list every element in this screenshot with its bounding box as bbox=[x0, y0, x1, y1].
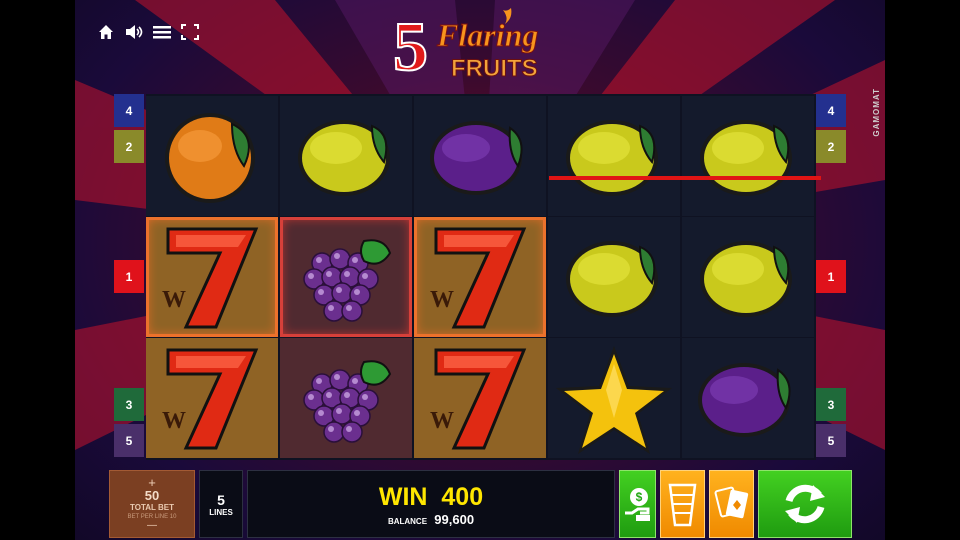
orange-symbol bbox=[165, 113, 255, 203]
control-panel: + 50 TOTAL BET BET PER LINE 10 — 5 LINES… bbox=[75, 468, 885, 540]
wild-letter: W bbox=[162, 408, 186, 434]
lemon-symbol bbox=[566, 241, 658, 317]
plum-symbol bbox=[430, 121, 523, 195]
total-bet-box[interactable]: + 50 TOTAL BET BET PER LINE 10 — bbox=[109, 470, 195, 538]
wild-letter: W bbox=[162, 287, 186, 313]
reel-cell-orange bbox=[146, 96, 278, 216]
line-marker-5[interactable]: 5 bbox=[114, 424, 144, 457]
logo-word-flaring: Flaring bbox=[436, 17, 538, 53]
lines-value: 5 bbox=[217, 492, 225, 508]
money-icon: $ bbox=[625, 488, 650, 521]
fullscreen-icon[interactable] bbox=[181, 22, 199, 42]
total-bet-label: TOTAL BET bbox=[130, 503, 174, 512]
line-marker-4[interactable]: 4 bbox=[816, 94, 846, 127]
reel-cell-seven: W bbox=[146, 217, 278, 337]
line-marker-4[interactable]: 4 bbox=[114, 94, 144, 127]
reel-cell-lemon bbox=[280, 96, 412, 216]
gamble-ladder-icon bbox=[668, 483, 697, 527]
logo-word-fruits: FRUITS bbox=[451, 55, 538, 82]
plum-symbol bbox=[698, 363, 791, 437]
reel-cell-lemon bbox=[682, 217, 814, 337]
win-display: WIN 400 BALANCE 99,600 bbox=[247, 470, 615, 538]
balance-label: BALANCE bbox=[387, 517, 428, 526]
reel-cell-seven: W bbox=[414, 217, 546, 337]
wild-letter: W bbox=[430, 408, 454, 434]
wild-letter: W bbox=[430, 287, 454, 313]
line-marker-3[interactable]: 3 bbox=[114, 388, 144, 421]
card-gamble-button[interactable] bbox=[709, 470, 754, 538]
svg-text:$: $ bbox=[636, 490, 643, 504]
total-bet-value: 50 bbox=[144, 488, 160, 503]
spin-button[interactable] bbox=[758, 470, 852, 538]
speaker-icon[interactable] bbox=[125, 22, 143, 42]
menu-icon[interactable] bbox=[153, 22, 171, 42]
lemon-symbol bbox=[298, 120, 390, 196]
autoplay-spin-icon bbox=[785, 484, 825, 524]
logo-number: 5 bbox=[393, 9, 428, 82]
reel-cell-seven: W bbox=[414, 338, 546, 458]
home-icon[interactable] bbox=[97, 22, 115, 42]
line-marker-3[interactable]: 3 bbox=[816, 388, 846, 421]
reel-cell-lemon bbox=[548, 96, 680, 216]
bet-minus-button[interactable]: — bbox=[110, 521, 194, 531]
line-marker-2[interactable]: 2 bbox=[816, 130, 846, 163]
seven-symbol bbox=[414, 338, 546, 458]
cards-icon bbox=[714, 486, 749, 519]
line-marker-1[interactable]: 1 bbox=[114, 260, 144, 293]
reel-cell-lemon bbox=[682, 96, 814, 216]
game-stage: 5 Flaring FRUITS GAMOMAT WWWW 42135 4213… bbox=[75, 0, 885, 540]
lines-label: LINES bbox=[209, 508, 233, 517]
reel-grid: W W W W bbox=[146, 94, 816, 460]
balance-value: 99,600 bbox=[434, 512, 475, 527]
seven-symbol bbox=[146, 217, 278, 337]
reel-cell-grapes bbox=[280, 217, 412, 337]
payline-1 bbox=[549, 176, 821, 180]
lemon-symbol bbox=[700, 120, 792, 196]
grapes-symbol bbox=[280, 217, 412, 337]
win-label: WIN bbox=[378, 483, 428, 511]
top-toolbar bbox=[97, 22, 199, 42]
seven-symbol bbox=[414, 217, 546, 337]
lines-box: 5 LINES bbox=[199, 470, 243, 538]
line-marker-1[interactable]: 1 bbox=[816, 260, 846, 293]
reel-cell-star bbox=[548, 338, 680, 458]
lemon-symbol bbox=[700, 241, 792, 317]
star-symbol bbox=[556, 346, 672, 454]
provider-logo: GAMOMAT bbox=[872, 88, 881, 137]
cashout-button[interactable]: $ bbox=[619, 470, 656, 538]
reel-cell-lemon bbox=[548, 217, 680, 337]
reel-cell-plum bbox=[682, 338, 814, 458]
gamble-ladder-button[interactable] bbox=[660, 470, 705, 538]
line-marker-5[interactable]: 5 bbox=[816, 424, 846, 457]
logo-art: 5 Flaring FRUITS bbox=[392, 8, 539, 87]
reel-cell-plum bbox=[414, 96, 546, 216]
seven-symbol bbox=[146, 338, 278, 458]
lemon-symbol bbox=[566, 120, 658, 196]
reel-cell-grapes bbox=[280, 338, 412, 458]
reel-cell-seven: W bbox=[146, 338, 278, 458]
game-logo: 5 Flaring FRUITS bbox=[385, 4, 585, 87]
grapes-symbol bbox=[280, 338, 412, 458]
line-marker-2[interactable]: 2 bbox=[114, 130, 144, 163]
win-value: 400 bbox=[441, 483, 484, 511]
